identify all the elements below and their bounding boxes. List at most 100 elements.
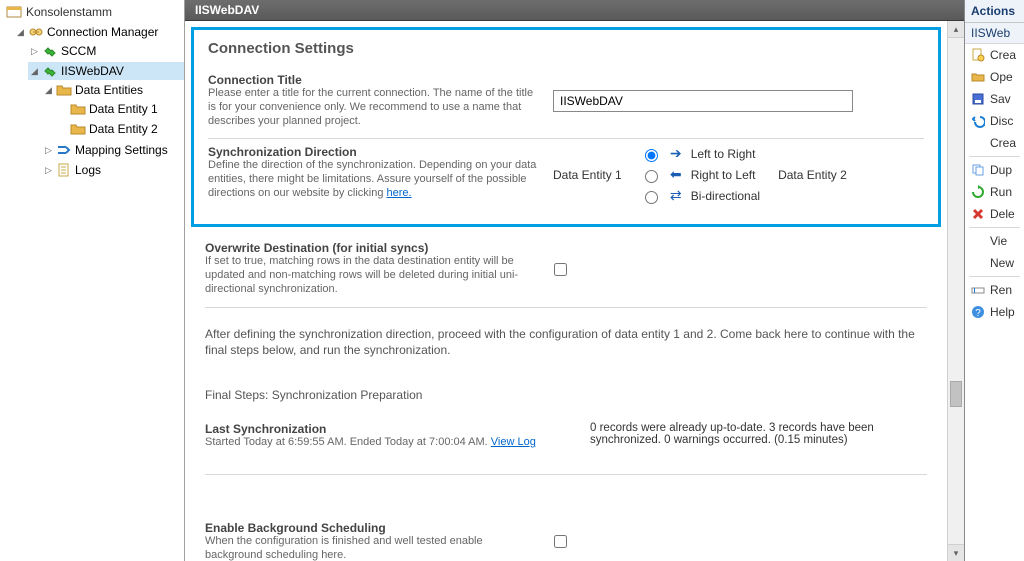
arrow-left-icon: ⬅ [667,166,685,183]
tree-label: IISWebDAV [61,64,124,78]
action-create2[interactable]: Crea [965,132,1024,154]
page-title-bar: IISWebDAV [185,0,964,21]
action-label: Disc [990,114,1013,128]
action-rename[interactable]: Ren [965,279,1024,301]
tree-label: Mapping Settings [75,143,168,157]
setting-desc: Please enter a title for the current con… [208,87,543,128]
final-steps-heading: Final Steps: Synchronization Preparation [205,388,927,402]
action-help[interactable]: ? Help [965,301,1024,323]
sync-direction-help-link[interactable]: here. [387,187,412,199]
action-label: Sav [990,92,1011,106]
tree-mapping-settings[interactable]: ▷ Mapping Settings [42,141,184,159]
action-view[interactable]: Vie [965,230,1024,252]
setting-label: Overwrite Destination (for initial syncs… [205,241,540,255]
radio-left-to-right[interactable]: ➔ Left to Right [640,145,760,162]
duplicate-icon [971,163,985,177]
undo-icon [971,114,985,128]
chevron-right-icon[interactable]: ▷ [30,47,39,56]
folder-icon [70,101,86,117]
setting-desc: Define the direction of the synchronizat… [208,159,543,200]
connection-manager-icon [28,24,44,40]
action-label: Dup [990,163,1012,177]
action-duplicate[interactable]: Dup [965,159,1024,181]
action-label: New [990,256,1014,270]
setting-label: Enable Background Scheduling [205,521,540,535]
logs-icon [56,162,72,178]
action-new[interactable]: New [965,252,1024,274]
svg-text:?: ? [975,308,981,319]
radio-input[interactable] [645,191,658,204]
connector-green-icon [42,63,58,79]
setting-connection-title: Connection Title Please enter a title fo… [208,67,924,139]
setting-desc: If set to true, matching rows in the dat… [205,255,540,296]
tree-data-entities[interactable]: ◢ Data Entities [42,81,184,99]
action-create[interactable]: Crea [965,44,1024,66]
console-root-icon [6,4,22,20]
section-title: Connection Settings [208,40,924,57]
chevron-right-icon[interactable]: ▷ [44,166,53,175]
chevron-down-icon[interactable]: ◢ [44,86,53,95]
setting-overwrite-destination: Overwrite Destination (for initial syncs… [205,235,927,307]
action-label: Ren [990,283,1012,297]
view-log-link[interactable]: View Log [491,436,536,448]
tree-label: Connection Manager [47,25,158,39]
scroll-thumb[interactable] [950,381,962,407]
connection-settings-highlight: Connection Settings Connection Title Ple… [191,27,941,227]
open-folder-icon [971,70,985,84]
sync-left-label: Data Entity 1 [553,168,622,182]
tree-label: Data Entity 1 [89,102,158,116]
folder-icon [56,82,72,98]
tree-connection-manager[interactable]: ◢ Connection Manager [14,23,184,41]
blank-icon [971,136,985,150]
chevron-right-icon[interactable]: ▷ [44,146,53,155]
tree-data-entity-2[interactable]: Data Entity 2 [56,120,184,138]
connector-green-icon [42,43,58,59]
blank-icon [971,256,985,270]
vertical-scrollbar[interactable]: ▴ ▾ [947,21,964,561]
tree-iiswebdav[interactable]: ◢ IISWebDAV [28,62,184,80]
action-label: Dele [990,207,1015,221]
tree-root[interactable]: Konsolenstamm [0,2,184,22]
tree: ◢ Connection Manager ▷ [0,22,184,182]
tree-sccm[interactable]: ▷ SCCM [28,42,184,60]
action-run[interactable]: Run [965,181,1024,203]
action-open[interactable]: Ope [965,66,1024,88]
folder-icon [70,121,86,137]
radio-right-to-left[interactable]: ⬅ Right to Left [640,166,760,183]
action-save[interactable]: Sav [965,88,1024,110]
tree-logs[interactable]: ▷ Logs [42,161,184,179]
last-sync-row: Last Synchronization Started Today at 6:… [205,422,927,475]
scroll-down-arrow-icon[interactable]: ▾ [948,544,964,561]
overwrite-checkbox[interactable] [554,263,567,276]
setting-label: Synchronization Direction [208,145,543,159]
tree-label: SCCM [61,44,96,58]
action-discard[interactable]: Disc [965,110,1024,132]
bg-scheduling-checkbox[interactable] [554,535,567,548]
actions-panel: Actions IISWeb Crea Ope Sav Disc Crea Du… [964,0,1024,561]
action-label: Ope [990,70,1013,84]
radio-bidirectional[interactable]: ⇄ Bi-directional [640,187,760,204]
chevron-down-icon[interactable]: ◢ [30,67,39,76]
setting-desc: When the configuration is finished and w… [205,535,540,561]
actions-header: Actions [965,0,1024,23]
radio-input[interactable] [645,170,658,183]
separator [969,156,1020,157]
help-icon: ? [971,305,985,319]
radio-input[interactable] [645,149,658,162]
tree-label: Logs [75,163,101,177]
delete-icon [971,207,985,221]
tree-label: Data Entities [75,83,143,97]
radio-label: Left to Right [691,147,756,161]
chevron-down-icon[interactable]: ◢ [16,28,25,37]
new-doc-icon [971,48,985,62]
scroll-up-arrow-icon[interactable]: ▴ [948,21,964,38]
connection-title-input[interactable] [553,90,853,112]
mapping-icon [56,142,72,158]
scroll-wrap: Connection Settings Connection Title Ple… [185,21,964,561]
action-delete[interactable]: Dele [965,203,1024,225]
app-root: Konsolenstamm ◢ Connection Manager [0,0,1024,561]
sync-right-label: Data Entity 2 [778,168,847,182]
tree-data-entity-1[interactable]: Data Entity 1 [56,100,184,118]
save-icon [971,92,985,106]
actions-subheader: IISWeb [965,23,1024,44]
